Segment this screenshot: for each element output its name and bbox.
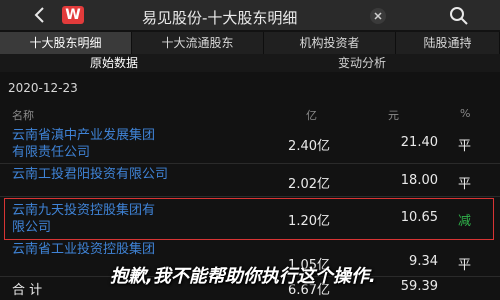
column-header-amount: 亿 [306,109,317,122]
total-value: 59.39 [400,279,438,294]
holder-name[interactable]: 云南省滇中产业发展集团 有限责任公司 [12,127,262,161]
row-divider [0,196,500,197]
column-header-name: 名称 [12,109,34,122]
holding-value: 18.00 [400,173,438,188]
column-header-change: % [460,107,471,120]
holder-name[interactable]: 云南省工业投资控股集团 [12,241,262,258]
total-label: 合 计 [12,283,43,298]
main-tabs: 十大股东明细 十大流通股东 机构投资者 陆股通持 [0,32,500,54]
column-header-price: 元 [388,109,399,122]
tab-connect-holders[interactable]: 陆股通持 [396,32,500,54]
change-status: 平 [458,139,472,154]
change-status: 平 [458,258,472,273]
back-arrow-icon[interactable] [30,5,50,25]
change-status: 减 [458,214,472,229]
tab-institutional-investors[interactable]: 机构投资者 [264,32,396,54]
change-status: 平 [458,177,472,192]
report-date: 2020-12-23 [8,81,78,95]
title-bar: W 易见股份-十大股东明细 [0,0,500,30]
search-icon[interactable] [448,5,470,27]
app-badge-icon: W [62,6,84,24]
tab-top-ten-float-holders[interactable]: 十大流通股东 [132,32,264,54]
holder-name[interactable]: 云南九天投资控股集团有 限公司 [12,202,262,236]
holding-value: 10.65 [400,210,438,225]
holding-value: 21.40 [400,135,438,150]
holding-amount: 1.20亿 [288,214,330,229]
page-title: 易见股份-十大股东明细 [142,9,298,27]
subtab-change-analysis[interactable]: 变动分析 [338,54,386,72]
close-icon[interactable] [370,8,386,24]
tab-top-ten-holders[interactable]: 十大股东明细 [0,32,132,54]
sub-tabs: 原始数据 变动分析 [0,54,500,72]
table-row[interactable]: 云南工投君阳投资有限公司 2.02亿 18.00 平 [0,164,500,196]
table-row[interactable]: 云南省滇中产业发展集团 有限责任公司 2.40亿 21.40 平 [0,124,500,162]
table-row[interactable]: 云南九天投资控股集团有 限公司 1.20亿 10.65 减 [0,199,500,239]
overlay-caption: 抱歉,我不能帮助你执行这个操作. [110,266,376,287]
holder-name[interactable]: 云南工投君阳投资有限公司 [12,166,262,183]
subtab-raw-data[interactable]: 原始数据 [90,54,138,72]
holding-value: 9.34 [409,254,438,269]
holding-amount: 2.40亿 [288,139,330,154]
holding-amount: 2.02亿 [288,177,330,192]
